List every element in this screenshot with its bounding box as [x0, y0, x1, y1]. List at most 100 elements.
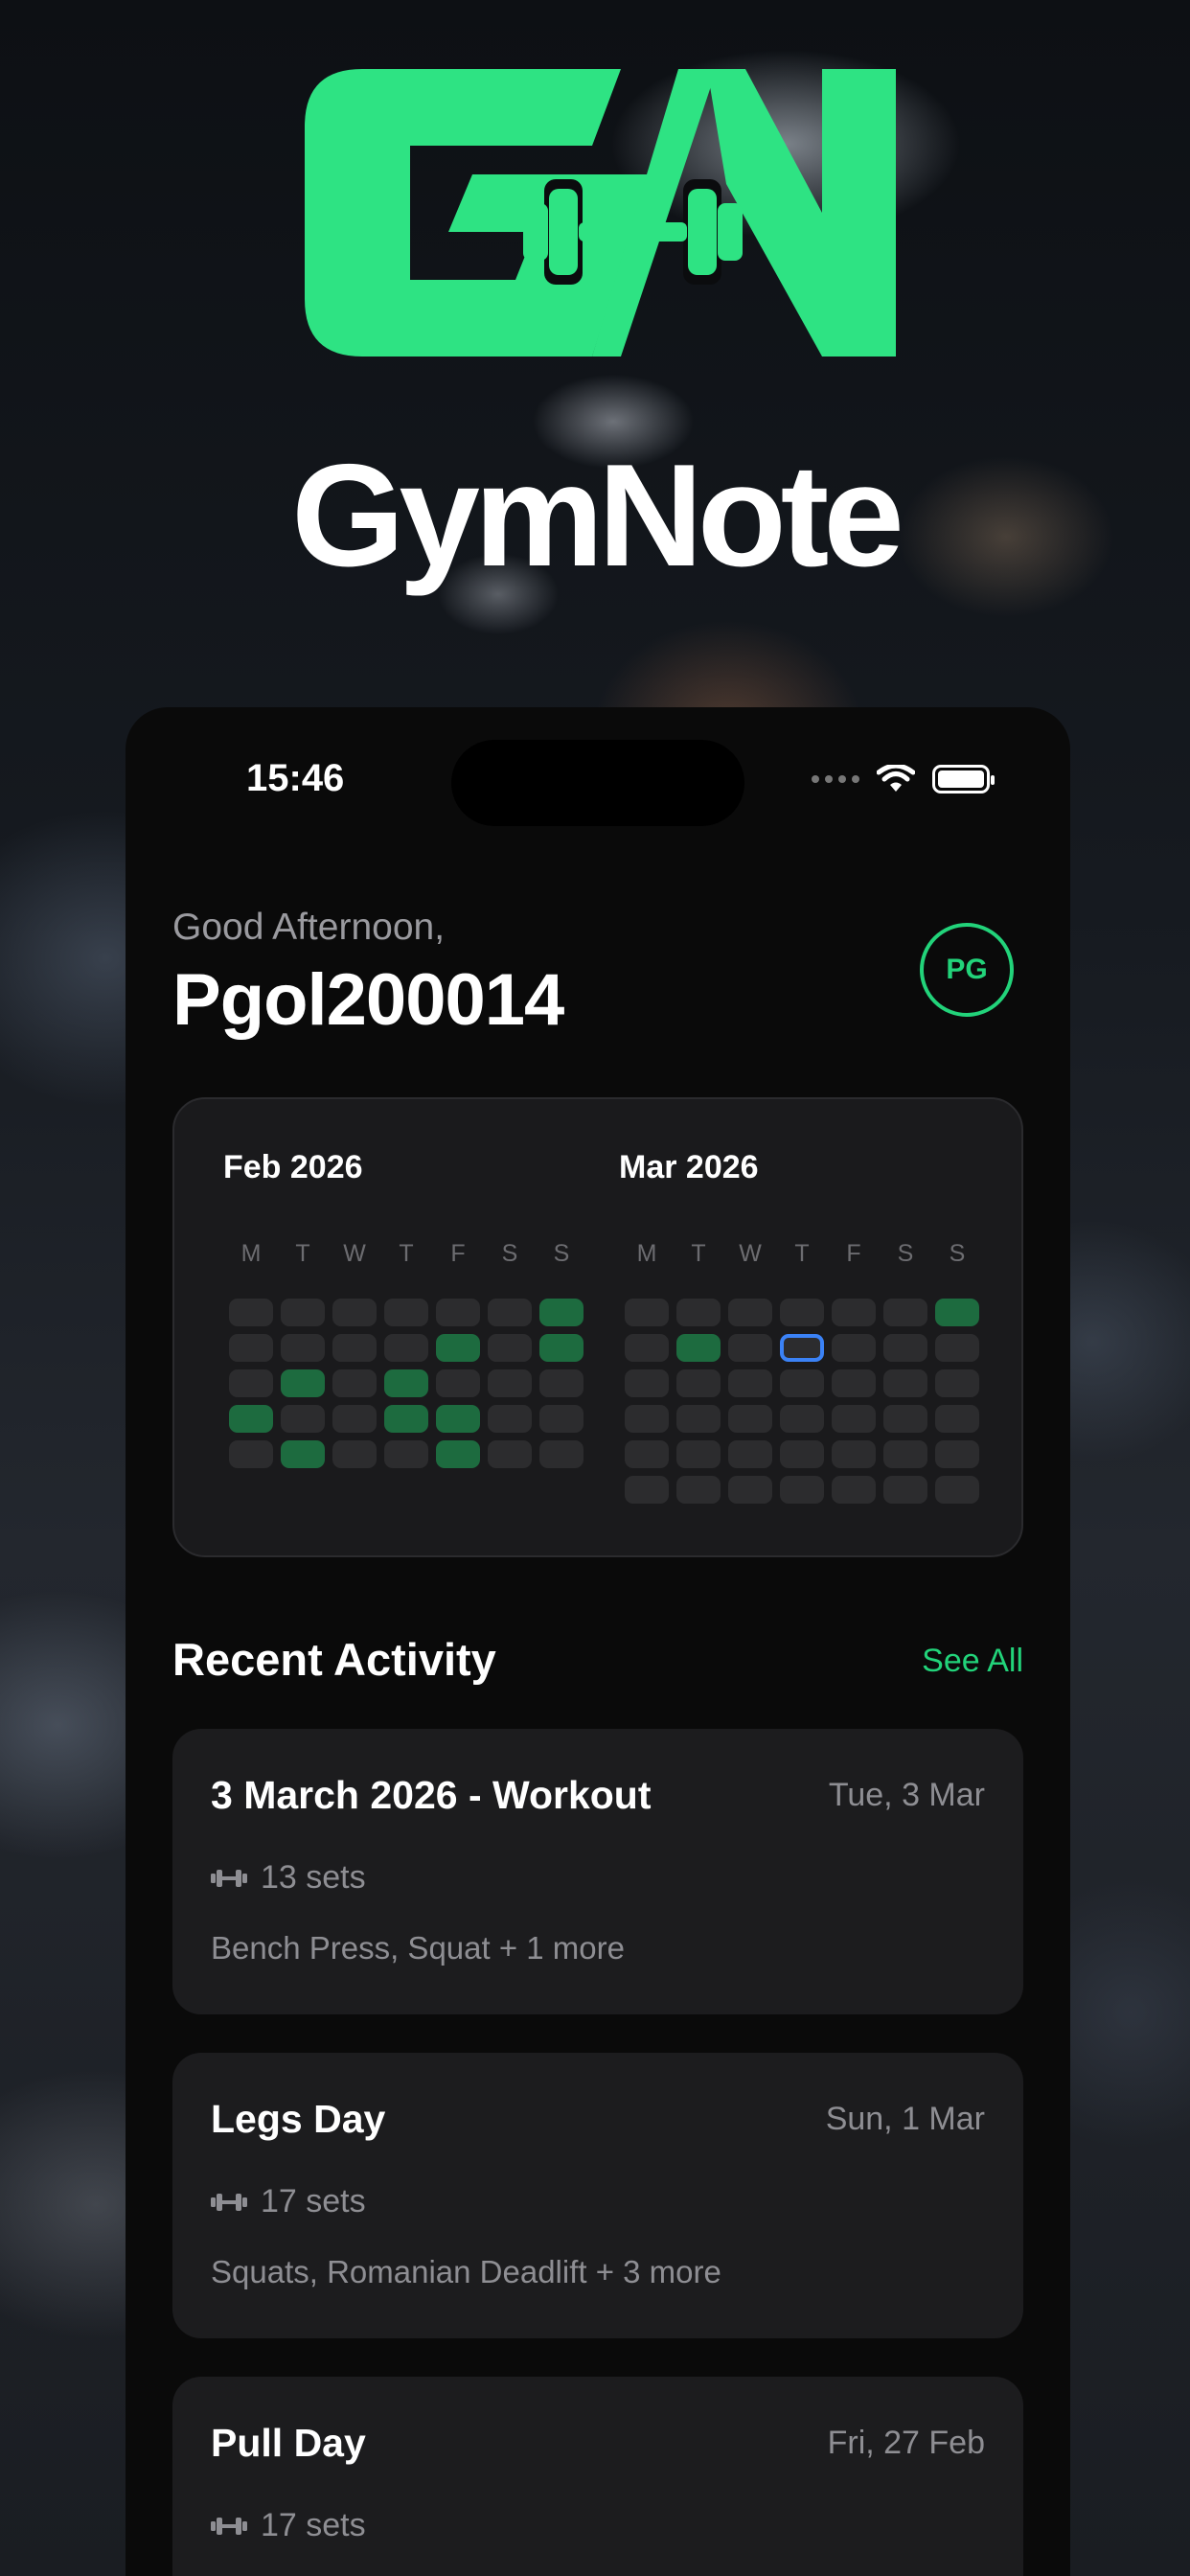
- workout-card[interactable]: Pull Day Fri, 27 Feb 17 sets: [172, 2377, 1023, 2576]
- calendar-day-empty: [229, 1299, 273, 1326]
- calendar-day: [883, 1369, 927, 1397]
- calendar-day: [332, 1334, 377, 1362]
- calendar-day: [676, 1369, 721, 1397]
- recent-activity-title: Recent Activity: [172, 1634, 496, 1685]
- calendar-day: [281, 1334, 325, 1362]
- calendar-day-empty: [332, 1299, 377, 1326]
- calendar-day: [883, 1440, 927, 1468]
- gn-dumbbell-logo-icon: [305, 69, 896, 356]
- calendar-day: [625, 1476, 669, 1504]
- calendar-day: [488, 1405, 532, 1433]
- calendar-day: [883, 1334, 927, 1362]
- weekday-label: F: [846, 1240, 861, 1267]
- calendar-day-empty: [728, 1476, 772, 1504]
- calendar-day: [780, 1369, 824, 1397]
- sets-count: 17 sets: [261, 2183, 366, 2220]
- calendar-day: [539, 1299, 584, 1326]
- calendar-day: [728, 1440, 772, 1468]
- dumbbell-icon: [211, 2193, 247, 2211]
- calendar-day: [229, 1440, 273, 1468]
- calendar-day-empty: [883, 1476, 927, 1504]
- calendar-day: [832, 1405, 876, 1433]
- dumbbell-icon: [211, 1869, 247, 1887]
- avatar[interactable]: PG: [920, 923, 1014, 1017]
- weekday-label: T: [794, 1240, 810, 1267]
- wifi-icon: [877, 765, 915, 792]
- calendar-day-empty: [883, 1299, 927, 1326]
- workout-date: Fri, 27 Feb: [827, 2425, 985, 2461]
- calendar-day-empty: [780, 1476, 824, 1504]
- workout-title: Pull Day: [211, 2421, 366, 2465]
- calendar-day: [229, 1369, 273, 1397]
- calendar-day-empty: [281, 1299, 325, 1326]
- weekday-label: F: [450, 1240, 466, 1267]
- calendar-day-empty: [488, 1299, 532, 1326]
- calendar-day: [229, 1405, 273, 1433]
- calendar-day: [488, 1334, 532, 1362]
- calendar-day: [780, 1405, 824, 1433]
- calendar-day: [539, 1405, 584, 1433]
- calendar-day-empty: [676, 1299, 721, 1326]
- month-title: Mar 2026: [619, 1149, 759, 1185]
- battery-icon: [932, 765, 995, 794]
- weekday-label: W: [343, 1240, 366, 1267]
- dynamic-island: [451, 740, 744, 826]
- calendar-day-empty: [832, 1299, 876, 1326]
- calendar-day-empty: [935, 1476, 979, 1504]
- weekday-label: W: [739, 1240, 762, 1267]
- workout-exercises: Squats, Romanian Deadlift + 3 more: [211, 2254, 721, 2289]
- workout-card[interactable]: Legs Day Sun, 1 Mar 17 sets Squats, Roma…: [172, 2053, 1023, 2338]
- workout-sets: 17 sets: [211, 2183, 366, 2220]
- calendar-day-empty: [384, 1299, 428, 1326]
- calendar-month-mar: Mar 2026 M T W T F S S: [619, 1149, 979, 1504]
- calendar-day: [539, 1369, 584, 1397]
- calendar-day: [281, 1440, 325, 1468]
- see-all-link[interactable]: See All: [922, 1643, 1023, 1680]
- workout-date: Tue, 3 Mar: [828, 1777, 985, 1813]
- calendar-day-empty: [780, 1299, 824, 1326]
- weekday-label: M: [240, 1240, 262, 1267]
- weekday-label: S: [501, 1240, 518, 1267]
- calendar-day: [281, 1369, 325, 1397]
- calendar-day: [832, 1369, 876, 1397]
- calendar-day-empty: [539, 1440, 584, 1468]
- calendar-day-empty: [436, 1299, 480, 1326]
- weekday-label: T: [399, 1240, 414, 1267]
- status-icons: [812, 765, 995, 794]
- calendar-day-empty: [832, 1476, 876, 1504]
- workout-date: Sun, 1 Mar: [825, 2101, 985, 2137]
- sets-count: 17 sets: [261, 2507, 366, 2543]
- month-title: Feb 2026: [223, 1149, 363, 1185]
- calendar-day: [935, 1369, 979, 1397]
- calendar-day: [676, 1440, 721, 1468]
- calendar-day: [935, 1334, 979, 1362]
- calendar-day: [832, 1440, 876, 1468]
- calendar-day: [832, 1334, 876, 1362]
- weekday-label: M: [636, 1240, 657, 1267]
- calendar-day: [436, 1440, 480, 1468]
- weekday-label: T: [691, 1240, 706, 1267]
- weekday-label: S: [897, 1240, 914, 1267]
- weekday-label: S: [949, 1240, 966, 1267]
- calendar-day: [935, 1440, 979, 1468]
- weekday-header: MTWTFSS: [229, 1240, 584, 1268]
- workout-exercises: Bench Press, Squat + 1 more: [211, 1930, 625, 1966]
- calendar-day: [281, 1405, 325, 1433]
- workout-title: Legs Day: [211, 2097, 386, 2141]
- calendar-day: [332, 1405, 377, 1433]
- calendar-day: [676, 1334, 721, 1362]
- calendar-day: [488, 1440, 532, 1468]
- day-grid: [229, 1299, 584, 1468]
- calendar-day: [883, 1405, 927, 1433]
- calendar-day: [436, 1369, 480, 1397]
- calendar-month-feb: Feb 2026 M T W T F S S: [223, 1149, 584, 1468]
- calendar-day-empty: [625, 1299, 669, 1326]
- calendar-day: [625, 1369, 669, 1397]
- day-grid: [625, 1299, 979, 1504]
- calendar-day: [625, 1405, 669, 1433]
- app-name-title: GymNote: [291, 434, 904, 597]
- activity-calendar-card: Feb 2026 M T W T F S S Mar 2026 M T W T F S S: [172, 1097, 1023, 1557]
- calendar-day: [229, 1334, 273, 1362]
- workout-card[interactable]: 3 March 2026 - Workout Tue, 3 Mar 13 set…: [172, 1729, 1023, 2014]
- calendar-day: [935, 1405, 979, 1433]
